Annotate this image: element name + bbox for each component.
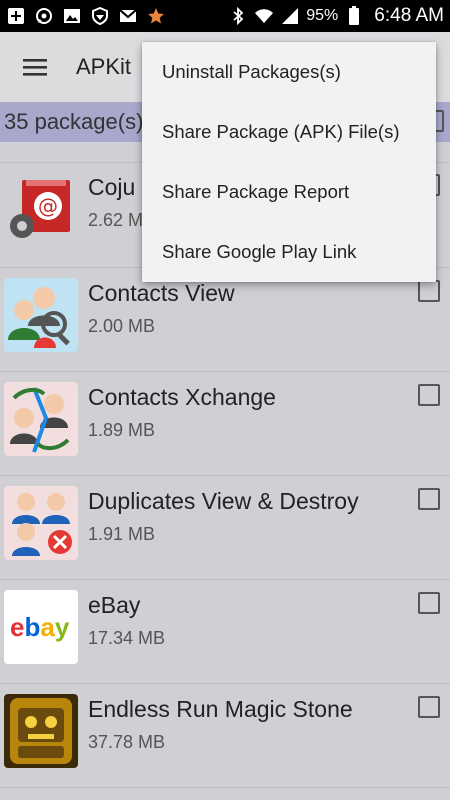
ebay-logo-letter: e xyxy=(10,612,24,642)
signal-icon xyxy=(280,6,300,26)
contacts-view-icon xyxy=(4,278,78,352)
image-icon xyxy=(62,6,82,26)
ebay-logo-letter: y xyxy=(55,612,70,642)
gmail-icon xyxy=(118,6,138,26)
package-size: 2.00 MB xyxy=(88,316,156,336)
ebay-logo-letter: b xyxy=(24,612,40,642)
svg-text:@: @ xyxy=(38,194,58,218)
wifi-icon xyxy=(254,6,274,26)
package-size: 17.34 MB xyxy=(88,628,166,648)
status-bar: 95% 6:48 AM xyxy=(0,0,450,32)
package-name: Contacts View xyxy=(88,280,235,306)
clock: 6:48 AM xyxy=(374,5,444,26)
package-checkbox[interactable] xyxy=(418,280,440,302)
duplicates-icon xyxy=(4,486,78,560)
package-name: Coju xyxy=(88,174,136,200)
list-item[interactable]: Contacts Xchange 1.89 MB xyxy=(0,372,450,476)
add-box-icon xyxy=(6,6,26,26)
package-size: 1.89 MB xyxy=(88,420,156,440)
menu-item-uninstall[interactable]: Uninstall Packages(s) xyxy=(142,42,436,102)
package-size: 37.78 MB xyxy=(88,732,166,752)
package-checkbox[interactable] xyxy=(418,384,440,406)
list-item[interactable]: Duplicates View & Destroy 1.91 MB xyxy=(0,476,450,580)
package-checkbox[interactable] xyxy=(418,696,440,718)
package-name: Duplicates View & Destroy xyxy=(88,488,359,514)
list-item[interactable]: ebay eBay 17.34 MB xyxy=(0,580,450,684)
contacts-xchange-icon xyxy=(4,382,78,456)
menu-item-share-report[interactable]: Share Package Report xyxy=(142,162,436,222)
package-name: Endless Run Magic Stone xyxy=(88,696,353,722)
package-name: eBay xyxy=(88,592,141,618)
package-checkbox[interactable] xyxy=(418,488,440,510)
ebay-logo-letter: a xyxy=(40,612,55,642)
overflow-menu: Uninstall Packages(s) Share Package (APK… xyxy=(142,42,436,282)
list-item[interactable]: Contacts View 2.00 MB xyxy=(0,268,450,372)
menu-item-share-apk[interactable]: Share Package (APK) File(s) xyxy=(142,102,436,162)
email-app-icon: @ xyxy=(4,172,78,246)
package-size: 1.91 MB xyxy=(88,524,156,544)
bluetooth-icon xyxy=(228,6,248,26)
svg-text:ebay: ebay xyxy=(10,612,70,642)
menu-item-share-play-link[interactable]: Share Google Play Link xyxy=(142,222,436,282)
shield-icon xyxy=(90,6,110,26)
app-title: APKit xyxy=(76,54,132,79)
package-checkbox[interactable] xyxy=(418,592,440,614)
battery-percent: 95% xyxy=(306,7,339,24)
endless-run-icon xyxy=(4,694,78,768)
package-name: Contacts Xchange xyxy=(88,384,276,410)
list-item[interactable]: Endless Run Magic Stone 37.78 MB xyxy=(0,684,450,788)
system-status: 95% 6:48 AM xyxy=(228,5,444,27)
whatsapp-icon xyxy=(34,6,54,26)
battery-icon xyxy=(344,6,364,26)
star-icon xyxy=(146,6,166,26)
ebay-icon: ebay xyxy=(4,590,78,664)
notification-icons xyxy=(6,6,166,26)
hamburger-menu-icon[interactable] xyxy=(0,32,70,102)
package-count: 35 package(s) xyxy=(4,109,144,134)
